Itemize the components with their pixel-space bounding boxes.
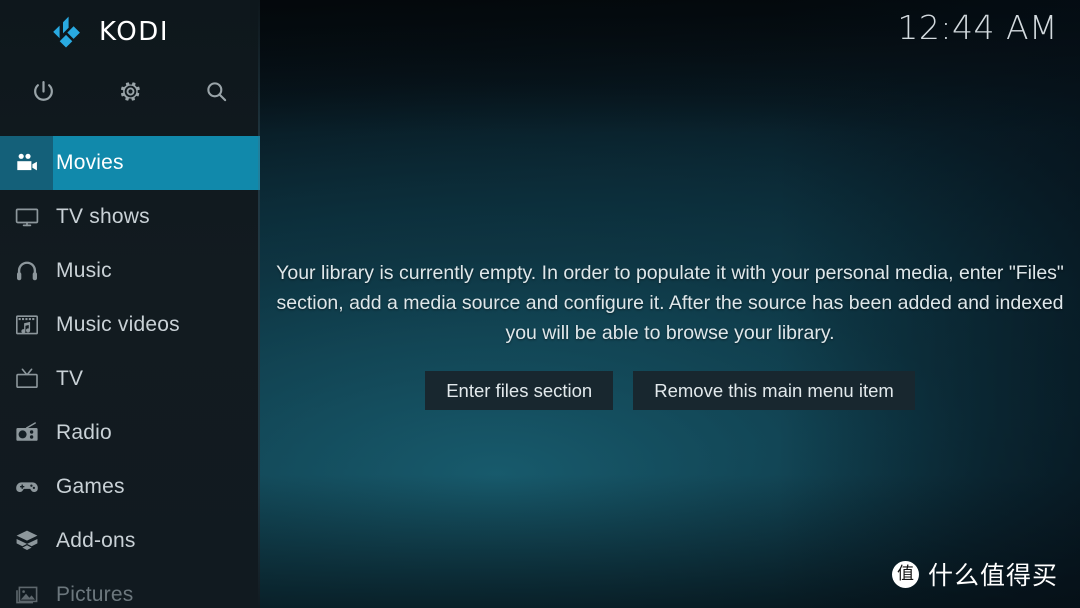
sidebar-item-label: Pictures <box>56 583 134 606</box>
power-button[interactable] <box>0 70 87 112</box>
film-music-icon <box>0 298 53 352</box>
main-content: Your library is currently empty. In orde… <box>260 0 1080 608</box>
brand-name: KODI <box>99 17 170 47</box>
open-box-icon <box>0 514 53 568</box>
watermark-badge: 值 <box>891 560 919 588</box>
sidebar-item-label: Music <box>56 259 112 282</box>
empty-library-panel: Your library is currently empty. In orde… <box>260 258 1080 410</box>
sidebar-item-label: Movies <box>56 151 124 174</box>
radio-icon <box>0 406 53 460</box>
movie-camera-icon <box>0 136 53 190</box>
power-icon <box>31 79 56 104</box>
sidebar-item-music-videos[interactable]: Music videos <box>0 298 260 352</box>
sidebar-item-add-ons[interactable]: Add-ons <box>0 514 260 568</box>
sidebar-item-music[interactable]: Music <box>0 244 260 298</box>
picture-icon <box>0 568 53 608</box>
sidebar-item-movies[interactable]: Movies <box>0 136 260 190</box>
sidebar-item-games[interactable]: Games <box>0 460 260 514</box>
sidebar-item-label: Games <box>56 475 125 498</box>
sidebar-item-pictures[interactable]: Pictures <box>0 568 260 608</box>
gamepad-icon <box>0 460 53 514</box>
retro-tv-icon <box>0 352 53 406</box>
sidebar-item-label: Radio <box>56 421 112 444</box>
monitor-icon <box>0 190 53 244</box>
sidebar-menu: Movies TV shows Music Music videos TV Ra… <box>0 136 260 608</box>
sidebar-item-label: Music videos <box>56 313 180 336</box>
watermark-text: 什么值得买 <box>927 561 1058 590</box>
kodi-logo-icon <box>50 14 86 50</box>
empty-library-message: Your library is currently empty. In orde… <box>276 262 1064 344</box>
brand: KODI <box>50 14 169 50</box>
settings-button[interactable] <box>87 70 174 112</box>
sidebar-item-radio[interactable]: Radio <box>0 406 260 460</box>
sidebar-item-label: Add-ons <box>56 529 136 552</box>
kodi-window: 12:44 AM KODI Movies TV shows Music Musi… <box>0 0 1080 608</box>
headphones-icon <box>0 244 53 298</box>
sidebar-item-label: TV <box>56 367 84 390</box>
empty-library-actions: Enter files section Remove this main men… <box>425 371 915 410</box>
sidebar-item-tv[interactable]: TV <box>0 352 260 406</box>
enter-files-section-button[interactable]: Enter files section <box>425 371 614 410</box>
remove-main-menu-item-button[interactable]: Remove this main menu item <box>633 371 915 410</box>
search-button[interactable] <box>173 70 260 112</box>
sidebar-top-actions <box>0 70 260 112</box>
sidebar: KODI Movies TV shows Music Music videos … <box>0 0 260 608</box>
sidebar-item-tv-shows[interactable]: TV shows <box>0 190 260 244</box>
sidebar-item-label: TV shows <box>56 205 150 228</box>
watermark: 值 什么值得买 <box>891 556 1058 592</box>
gear-icon <box>118 79 143 104</box>
search-icon <box>204 79 229 104</box>
